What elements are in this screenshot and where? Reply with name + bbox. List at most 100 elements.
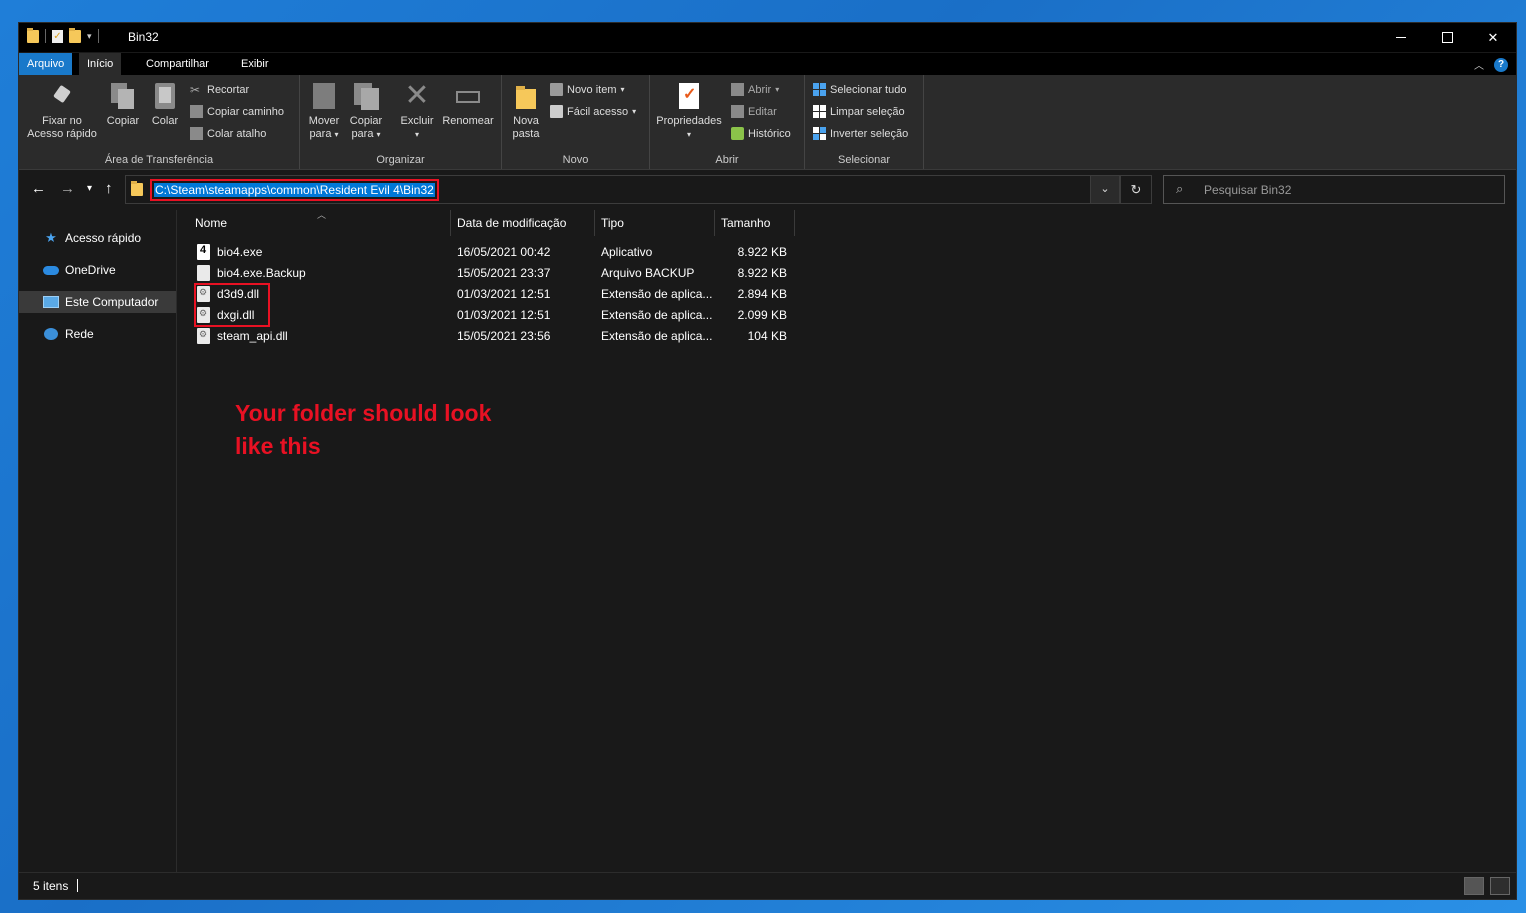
divider: [97, 29, 99, 43]
history-button[interactable]: Histórico: [731, 127, 791, 140]
sidebar-item-network[interactable]: Rede: [19, 323, 176, 345]
address-bar[interactable]: C:\Steam\steamapps\common\Resident Evil …: [125, 175, 1092, 204]
copy-button[interactable]: Copiar: [103, 81, 143, 128]
copy-to-label-1: Copiar: [349, 115, 383, 127]
invert-selection-button[interactable]: Inverter seleção: [813, 127, 908, 140]
copy-to-label-2: para: [351, 128, 374, 140]
ribbon-options: ︿ ?: [1474, 57, 1508, 72]
search-icon: ⌕: [1176, 181, 1184, 196]
paste-shortcut-button[interactable]: Colar atalho: [190, 127, 266, 140]
file-explorer-window: ✓ ▾ Bin32 ✕ Arquivo Início Compartilhar …: [18, 22, 1517, 900]
recent-locations-chevron-icon[interactable]: ▾: [87, 183, 92, 194]
file-type: Arquivo BACKUP: [601, 266, 695, 280]
select-none-button[interactable]: Limpar seleção: [813, 105, 905, 118]
properties-button[interactable]: ✓ Propriedades ▾: [654, 81, 724, 141]
select-none-icon: [813, 105, 826, 118]
back-arrow-icon[interactable]: ←: [31, 180, 46, 197]
edit-button[interactable]: Editar: [731, 105, 777, 118]
forward-arrow-icon[interactable]: →: [60, 180, 75, 197]
details-view-icon[interactable]: [1464, 877, 1484, 895]
annotation-text: Your folder should look like this: [235, 397, 491, 463]
easy-access-label: Fácil acesso: [567, 105, 629, 118]
file-icon: [197, 265, 210, 281]
properties-icon[interactable]: ✓: [52, 29, 63, 43]
file-size: 8.922 KB: [737, 245, 787, 259]
column-label: Data de modificação: [457, 216, 567, 230]
file-name: bio4.exe.Backup: [217, 266, 306, 280]
collapse-ribbon-icon[interactable]: ︿: [1474, 57, 1484, 72]
column-header-size[interactable]: Tamanho: [715, 210, 795, 236]
refresh-icon[interactable]: ↻: [1120, 175, 1152, 204]
copy-path-label: Copiar caminho: [207, 105, 285, 118]
column-header-name[interactable]: Nome ︿: [177, 210, 451, 236]
sidebar-item-this-pc[interactable]: Este Computador: [19, 291, 176, 313]
tab-share[interactable]: Compartilhar: [138, 53, 217, 75]
delete-button[interactable]: ✕ Excluir ▾: [398, 81, 436, 141]
table-row[interactable]: bio4.exe.Backup 15/05/2021 23:37 Arquivo…: [177, 263, 797, 284]
ribbon-tabs: Arquivo Início Compartilhar Exibir ︿ ?: [19, 53, 1516, 75]
maximize-icon: [1441, 32, 1453, 43]
up-arrow-icon[interactable]: ↑: [105, 180, 113, 197]
address-path[interactable]: C:\Steam\steamapps\common\Resident Evil …: [154, 183, 435, 197]
group-label: Abrir: [715, 154, 739, 166]
copy-path-button[interactable]: Copiar caminho: [190, 105, 284, 118]
edit-icon: [731, 105, 744, 118]
cut-label: Recortar: [207, 83, 250, 96]
edit-label: Editar: [748, 105, 777, 118]
move-to-button[interactable]: Mover para ▾: [305, 81, 343, 141]
open-label: Abrir: [748, 83, 772, 96]
copy-path-icon: [190, 105, 203, 118]
select-all-button[interactable]: Selecionar tudo: [813, 83, 906, 96]
sidebar-item-label: Acesso rápido: [65, 231, 142, 245]
tab-home[interactable]: Início: [79, 53, 122, 75]
close-button[interactable]: ✕: [1470, 23, 1516, 52]
file-size: 104 KB: [747, 329, 787, 343]
table-row[interactable]: d3d9.dll 01/03/2021 12:51 Extensão de ap…: [177, 284, 797, 305]
address-path-highlight: C:\Steam\steamapps\common\Resident Evil …: [150, 179, 439, 201]
sidebar-item-onedrive[interactable]: OneDrive: [19, 259, 176, 281]
search-input[interactable]: [1202, 180, 1496, 200]
table-row[interactable]: dxgi.dll 01/03/2021 12:51 Extensão de ap…: [177, 305, 797, 326]
file-date: 16/05/2021 00:42: [457, 245, 551, 259]
status-bar: 5 itens: [19, 872, 1516, 899]
chevron-down-icon: ▾: [414, 130, 419, 139]
file-date: 15/05/2021 23:37: [457, 266, 551, 280]
chevron-down-icon: ▾: [376, 130, 381, 139]
maximize-button[interactable]: [1424, 23, 1470, 52]
rename-button[interactable]: Renomear: [440, 81, 496, 128]
pin-quick-access-button[interactable]: Fixar no Acesso rápido: [25, 81, 99, 141]
minimize-button[interactable]: [1378, 23, 1424, 52]
copy-to-button[interactable]: Copiar para ▾: [347, 81, 385, 141]
history-label: Histórico: [748, 127, 791, 140]
table-row[interactable]: steam_api.dll 15/05/2021 23:56 Extensão …: [177, 326, 797, 347]
easy-access-button[interactable]: Fácil acesso ▾: [550, 105, 636, 118]
new-item-button[interactable]: Novo item ▾: [550, 83, 625, 96]
table-row[interactable]: bio4.exe 16/05/2021 00:42 Aplicativo 8.9…: [177, 242, 797, 263]
tab-file[interactable]: Arquivo: [19, 53, 73, 75]
cut-button[interactable]: ✂ Recortar: [190, 83, 250, 97]
select-group: Selecionar tudo Limpar seleção Inverter …: [805, 75, 924, 169]
annotation-line: Your folder should look: [235, 400, 492, 426]
search-box[interactable]: ⌕: [1163, 175, 1505, 204]
new-folder-icon[interactable]: [69, 27, 81, 43]
tab-view[interactable]: Exibir: [233, 53, 277, 75]
column-header-date[interactable]: Data de modificação: [451, 210, 595, 236]
new-group: Nova pasta Novo item ▾ Fácil acesso ▾ No…: [502, 75, 650, 169]
new-folder-button[interactable]: Nova pasta: [506, 81, 546, 141]
open-button[interactable]: Abrir ▾: [731, 83, 779, 96]
address-dropdown-chevron-icon[interactable]: ⌄: [1090, 175, 1120, 204]
paste-button[interactable]: Colar: [146, 81, 184, 128]
file-name: bio4.exe: [217, 245, 263, 259]
file-type: Extensão de aplica...: [601, 329, 713, 343]
help-icon[interactable]: ?: [1494, 57, 1508, 72]
select-all-icon: [813, 83, 826, 96]
sidebar-item-quick-access[interactable]: ★ Acesso rápido: [19, 227, 176, 249]
move-to-label-1: Mover: [308, 115, 340, 127]
sort-ascending-icon: ︿: [317, 210, 327, 220]
large-icons-view-icon[interactable]: [1490, 877, 1510, 895]
delete-x-icon: ✕: [404, 79, 430, 112]
new-item-icon: [550, 83, 563, 96]
pin-label-1: Fixar no: [42, 115, 82, 127]
column-header-type[interactable]: Tipo: [595, 210, 715, 236]
customize-toolbar-chevron-icon[interactable]: ▾: [87, 31, 92, 42]
